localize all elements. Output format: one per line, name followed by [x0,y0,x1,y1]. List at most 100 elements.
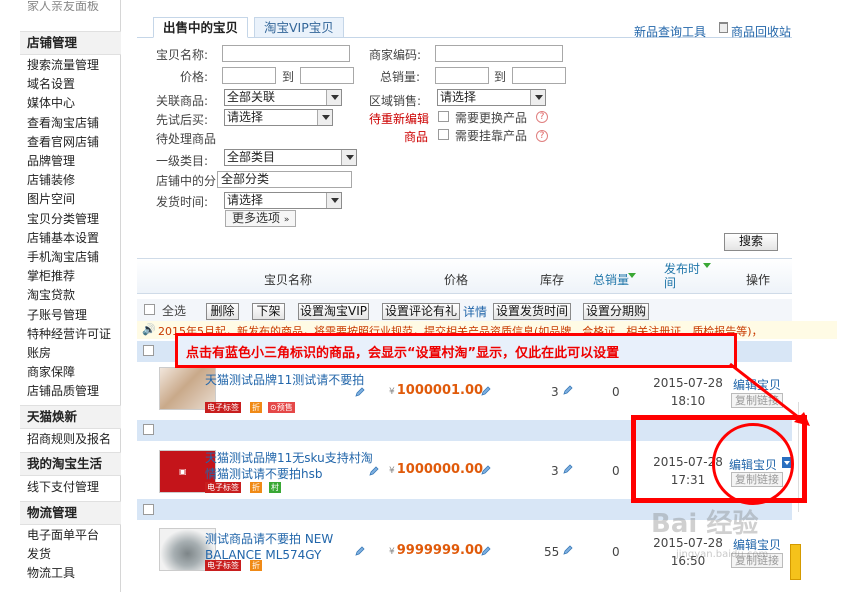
name-input[interactable] [222,45,350,62]
chevron-down-icon [326,193,341,208]
row-checkbox[interactable] [143,345,154,356]
category-select[interactable]: 全部类目 [224,149,357,166]
set-ship-time-button[interactable]: 设置发货时间 [493,303,571,320]
detail-link[interactable]: 详情 [463,303,487,320]
sidebar-item[interactable]: 电子面单平台 [27,528,99,543]
unshelve-button[interactable]: 下架 [252,303,285,320]
pencil-icon[interactable] [481,545,491,556]
sidebar-item[interactable]: 搜索流量管理 [27,58,99,73]
sidebar-item[interactable]: 商家保障 [27,365,75,380]
sidebar-item[interactable]: 淘宝贷款 [27,288,75,303]
side-float-tab[interactable] [790,544,801,580]
sidebar-item[interactable]: 查看淘宝店铺 [27,116,99,131]
shop-category-input[interactable]: 全部分类 [217,171,352,188]
search-button[interactable]: 搜索 [724,233,778,251]
product-sales: 0 [612,385,620,399]
pencil-icon[interactable] [355,386,365,397]
sidebar-section-life[interactable]: 我的淘宝生活 [20,452,121,476]
product-label: 商品 [404,130,429,144]
more-options-button[interactable]: 更多选项 » [225,210,296,227]
sort-down-icon[interactable] [628,273,636,278]
col-sales[interactable]: 总销量 [593,271,629,288]
pencil-icon[interactable] [563,384,573,395]
sidebar-section-logistics[interactable]: 物流管理 [20,501,121,525]
presale-label: 先试后买: [156,113,209,127]
region-select[interactable]: 请选择 [437,89,546,106]
tab-vip[interactable]: 淘宝VIP宝贝 [254,17,344,38]
merchant-code-input[interactable] [435,45,563,62]
help-icon[interactable]: ? [536,130,548,142]
chevron-down-icon [341,150,356,165]
related-select[interactable]: 全部关联 [224,89,342,106]
presale-badge: ⊙预售 [268,402,295,413]
sidebar-section-tmall[interactable]: 天猫焕新 [20,405,121,429]
watermark-logo: Bai 经验 [651,509,759,539]
sidebar-item-family[interactable]: 家人亲友面板 [27,1,99,11]
sidebar-item[interactable]: 媒体中心 [27,96,75,111]
sidebar-item[interactable]: 品牌管理 [27,154,75,169]
thumbnail-logo: ▣ [179,467,187,476]
chevron-down-icon [530,90,545,105]
delete-button[interactable]: 删除 [206,303,239,320]
discount-badge: 折 [250,402,262,413]
sales-max-input[interactable] [512,67,566,84]
tab-on-sale[interactable]: 出售中的宝贝 [153,17,249,38]
sidebar-item[interactable]: 发货 [27,547,51,562]
annotation-arrow [729,362,810,426]
sales-min-input[interactable] [435,67,489,84]
sidebar-item[interactable]: 店铺基本设置 [27,231,99,246]
sidebar-item[interactable]: 特种经营许可证 [27,327,111,342]
row-checkbox[interactable] [143,424,154,435]
price-max-input[interactable] [300,67,354,84]
sidebar-item[interactable]: 店铺装修 [27,173,75,188]
product-name-link[interactable]: 天猫测试品牌11测试请不要拍 [205,372,365,388]
presale-select[interactable]: 请选择 [224,109,333,126]
recycle-bin-link[interactable]: 商品回收站 [731,23,791,40]
sidebar-item[interactable]: 线下支付管理 [27,480,99,495]
sidebar-section-shop[interactable]: 店铺管理 [20,31,121,55]
ship-time-select[interactable]: 请选择 [224,192,342,209]
village-badge: 村 [269,482,281,493]
pencil-icon[interactable] [481,464,491,475]
need-replace-checkbox[interactable] [438,111,449,122]
sidebar-item[interactable]: 店铺品质管理 [27,384,99,399]
new-product-query-link[interactable]: 新品查询工具 [634,23,706,40]
sidebar-item[interactable]: 域名设置 [27,77,75,92]
set-review-button[interactable]: 设置评论有礼 [382,303,460,320]
sidebar-item[interactable]: 账房 [27,346,51,361]
product-sales: 0 [612,545,620,559]
sidebar-item[interactable]: 图片空间 [27,192,75,207]
pencil-icon[interactable] [563,544,573,555]
pencil-icon[interactable] [563,463,573,474]
set-installment-button[interactable]: 设置分期购 [583,303,649,320]
product-name-link[interactable]: 天猫测试品牌11无sku支持村淘 情猫测试请不要拍hsb [205,450,378,480]
sort-down-icon[interactable] [703,263,711,268]
publish-date: 2015-07-28 18:10 [653,376,723,408]
watermark-url: jingyan.baidu.com [676,549,769,560]
row-checkbox[interactable] [143,504,154,515]
sidebar: 家人亲友面板 店铺管理 搜索流量管理 域名设置 媒体中心 查看淘宝店铺 查看官网… [20,0,121,592]
product-stock: 3 [551,385,559,399]
select-all-checkbox[interactable] [144,304,155,315]
set-vip-button[interactable]: 设置淘宝VIP [298,303,369,320]
col-price: 价格 [444,273,469,287]
chevron-down-icon: » [283,215,290,225]
help-icon[interactable]: ? [536,111,548,123]
pencil-icon[interactable] [369,465,379,476]
sidebar-item[interactable]: 宝贝分类管理 [27,212,99,227]
product-name-link[interactable]: 测试商品请不要拍 NEW BALANCE ML574GY [205,531,365,561]
pencil-icon[interactable] [481,385,491,396]
e-tag-badge: 电子标签 [205,482,241,493]
sidebar-item[interactable]: 手机淘宝店铺 [27,250,99,265]
sidebar-item[interactable]: 招商规则及报名 [27,432,111,447]
price-min-input[interactable] [222,67,276,84]
pencil-icon[interactable] [355,545,365,556]
sidebar-item[interactable]: 查看官网店铺 [27,135,99,150]
sidebar-item[interactable]: 子账号管理 [27,308,87,323]
pending-process-label: 待处理商品 [156,132,217,146]
sidebar-item[interactable]: 物流工具 [27,566,75,581]
sidebar-item[interactable]: 掌柜推荐 [27,269,75,284]
e-tag-badge: 电子标签 [205,560,241,571]
merchant-code-label: 商家编码: [369,48,422,62]
need-hang-checkbox[interactable] [438,129,449,140]
